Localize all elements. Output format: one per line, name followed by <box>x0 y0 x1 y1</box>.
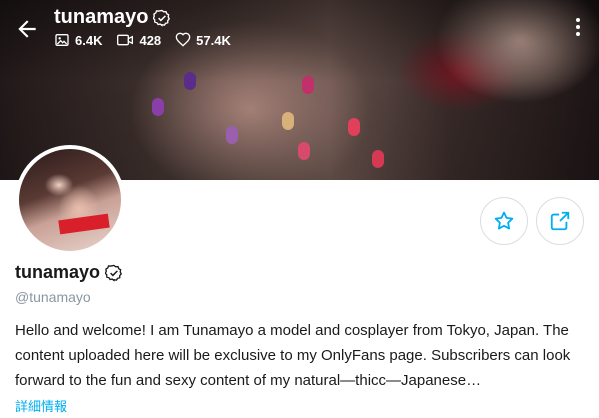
profile-handle: @tunamayo <box>15 289 91 305</box>
likes-stat[interactable]: 57.4K <box>175 32 231 48</box>
photos-count: 6.4K <box>75 32 103 48</box>
avatar-detail <box>58 213 110 235</box>
add-to-favorites-button[interactable] <box>480 197 528 245</box>
top-bar: tunamayo 6.4K 428 57.4K <box>0 0 599 70</box>
likes-count: 57.4K <box>196 32 231 48</box>
cover-detail <box>184 72 196 90</box>
more-info-link[interactable]: 詳細情報 <box>15 396 67 415</box>
page-title: tunamayo <box>54 6 149 28</box>
profile-name: tunamayo <box>15 262 101 282</box>
verified-badge-icon <box>153 9 171 27</box>
photos-stat[interactable]: 6.4K <box>54 32 102 48</box>
cover-detail <box>372 150 384 168</box>
profile-name-row: tunamayo <box>15 262 123 283</box>
videos-stat[interactable]: 428 <box>116 32 161 48</box>
avatar[interactable] <box>15 145 125 255</box>
cover-detail <box>226 126 238 144</box>
cover-detail <box>282 112 294 130</box>
verified-badge-icon <box>105 264 123 282</box>
cover-detail <box>302 76 314 94</box>
share-icon <box>550 211 570 231</box>
kebab-menu-icon <box>576 18 580 22</box>
kebab-menu-icon <box>576 32 580 36</box>
profile-bio: Hello and welcome! I am Tunamayo a model… <box>15 322 571 389</box>
share-button[interactable] <box>536 197 584 245</box>
back-button[interactable] <box>14 16 40 42</box>
header-stats: 6.4K 428 57.4K <box>54 32 231 48</box>
videos-count: 428 <box>139 32 162 48</box>
arrow-left-icon <box>18 20 36 38</box>
cover-detail <box>298 142 310 160</box>
header-title-row: tunamayo <box>54 6 171 29</box>
image-icon <box>55 34 69 46</box>
cover-detail <box>348 118 360 136</box>
heart-icon <box>175 32 191 47</box>
kebab-menu-icon <box>576 25 580 29</box>
cover-detail <box>152 98 164 116</box>
video-icon <box>117 34 134 46</box>
more-options-button[interactable] <box>568 14 588 40</box>
star-icon <box>494 211 514 230</box>
